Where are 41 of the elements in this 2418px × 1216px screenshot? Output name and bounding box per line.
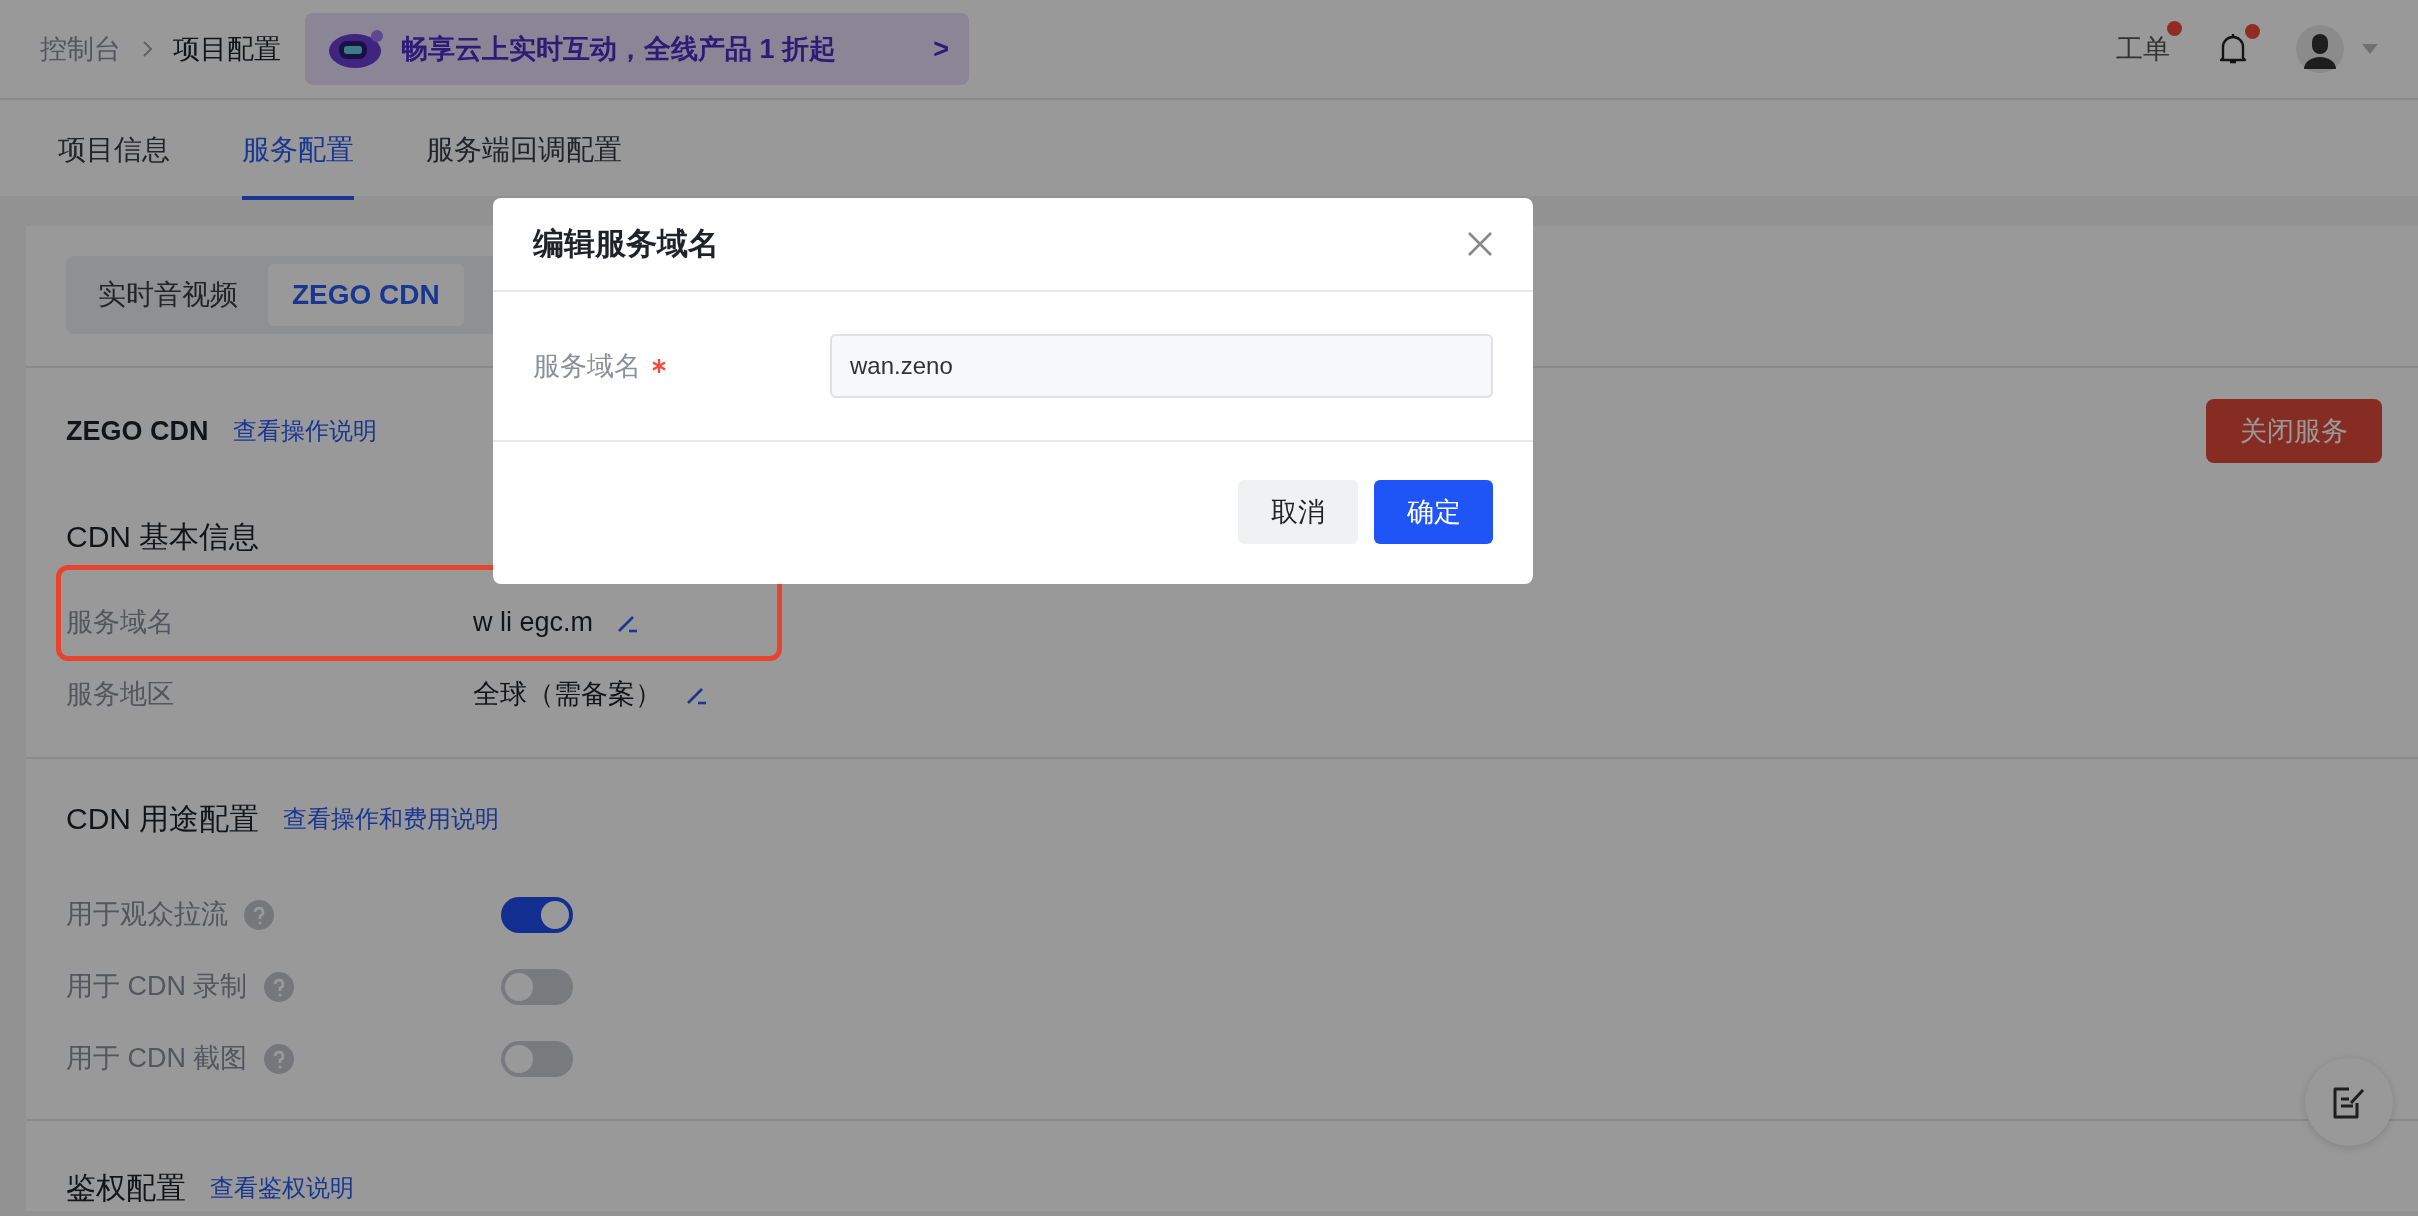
- section-title: CDN 基本信息: [66, 520, 260, 553]
- cancel-button[interactable]: 取消: [1238, 480, 1358, 544]
- toggle-label: 用于观众拉流: [66, 898, 228, 932]
- toggle-switch[interactable]: [501, 1040, 573, 1077]
- avatar-icon[interactable]: [2296, 25, 2344, 73]
- arrow-text: >: [933, 32, 949, 66]
- help-icon: [263, 1043, 294, 1074]
- close-button[interactable]: [1467, 231, 1493, 257]
- domain-input[interactable]: wan.zeno: [830, 334, 1493, 398]
- close-service-button[interactable]: 关闭服务: [2206, 399, 2382, 463]
- help-icon: [263, 971, 294, 1002]
- toggle-switch[interactable]: [501, 896, 573, 933]
- field-value: w li egc.m: [473, 606, 594, 640]
- toggle-label: 用于 CDN 录制: [66, 970, 248, 1004]
- section-title: ZEGO CDN: [66, 414, 209, 448]
- bell-icon[interactable]: [2218, 32, 2248, 66]
- promo-text: 畅享云上实时互动，全线产品 1 折起: [401, 32, 837, 66]
- field-label: 服务地区: [66, 678, 175, 712]
- toggle-label: 用于 CDN 截图: [66, 1042, 248, 1076]
- section-title: 鉴权配置: [66, 1170, 186, 1206]
- tab[interactable]: 服务配置: [242, 104, 354, 200]
- tab[interactable]: 项目信息: [58, 104, 170, 200]
- ticket-link[interactable]: 工单: [2116, 33, 2170, 64]
- field-value: 全球（需备案）: [473, 678, 662, 712]
- help-link[interactable]: 查看鉴权说明: [210, 1169, 354, 1206]
- field-label: 服务域名: [66, 606, 175, 640]
- promo-banner[interactable]: 畅享云上实时互动，全线产品 1 折起 >: [305, 13, 969, 85]
- help-link[interactable]: 查看操作说明: [232, 413, 377, 449]
- breadcrumb-item: 项目配置: [173, 32, 281, 66]
- confirm-button[interactable]: 确定: [1374, 480, 1493, 544]
- dialog-title: 编辑服务域名: [533, 224, 719, 263]
- help-link[interactable]: 查看操作和费用说明: [283, 800, 500, 837]
- tab[interactable]: 服务端回调配置: [426, 104, 622, 200]
- section-title: CDN 用途配置: [66, 801, 260, 837]
- close-icon: [1467, 231, 1493, 257]
- toggle-switch[interactable]: [501, 968, 573, 1005]
- field-label: 服务域名: [533, 349, 641, 383]
- tab[interactable]: ZEGO CDN: [268, 264, 464, 326]
- breadcrumb-item[interactable]: 控制台: [40, 28, 121, 70]
- help-icon: [244, 899, 274, 930]
- tab[interactable]: 实时音视频: [74, 264, 262, 326]
